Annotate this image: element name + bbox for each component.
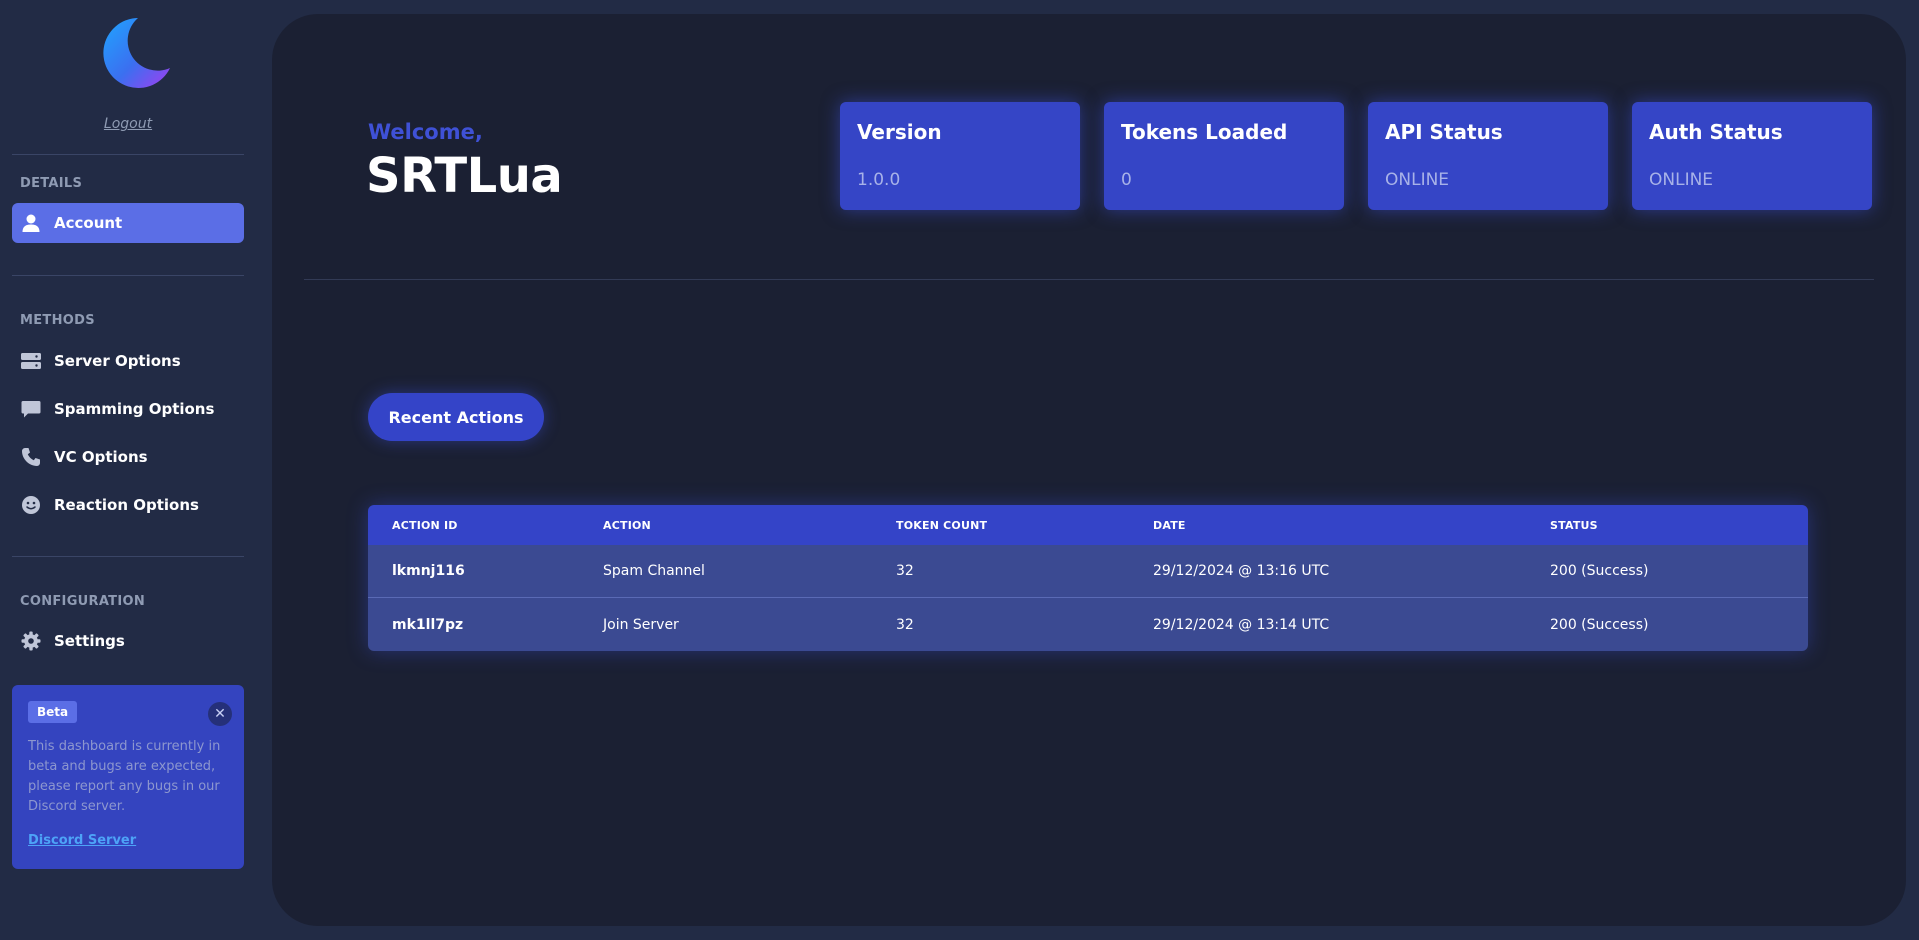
stat-card-tokens-loaded: Tokens Loaded 0 bbox=[1104, 102, 1344, 210]
section-label-methods: METHODS bbox=[20, 313, 95, 328]
cell-action-id: lkmnj116 bbox=[392, 563, 465, 579]
stat-card-api-status: API Status ONLINE bbox=[1368, 102, 1608, 210]
column-header-token-count: TOKEN COUNT bbox=[896, 518, 988, 532]
sidebar-item-label: Settings bbox=[54, 632, 125, 650]
stat-value: 0 bbox=[1121, 170, 1132, 190]
logout-link[interactable]: Logout bbox=[0, 116, 256, 132]
phone-icon bbox=[20, 446, 42, 468]
smiley-icon bbox=[20, 494, 42, 516]
sidebar-divider bbox=[12, 154, 244, 155]
column-header-date: DATE bbox=[1153, 518, 1186, 532]
cell-date: 29/12/2024 @ 13:16 UTC bbox=[1153, 563, 1330, 579]
stat-title: Tokens Loaded bbox=[1121, 120, 1288, 144]
sidebar-item-account[interactable]: Account bbox=[12, 203, 244, 243]
stat-title: Version bbox=[857, 120, 942, 144]
stat-value: 1.0.0 bbox=[857, 170, 901, 190]
cell-action: Join Server bbox=[603, 616, 679, 633]
cell-status: 200 (Success) bbox=[1550, 563, 1649, 579]
sidebar-divider bbox=[12, 556, 244, 557]
cell-status: 200 (Success) bbox=[1550, 616, 1649, 633]
server-icon bbox=[20, 350, 42, 372]
cell-token-count: 32 bbox=[896, 563, 914, 579]
cell-action: Spam Channel bbox=[603, 563, 705, 579]
sidebar-item-reaction-options[interactable]: Reaction Options bbox=[12, 485, 244, 525]
sidebar-item-label: Account bbox=[54, 214, 123, 232]
recent-actions-button[interactable]: Recent Actions bbox=[368, 393, 544, 441]
main-divider bbox=[304, 279, 1874, 280]
cell-token-count: 32 bbox=[896, 616, 914, 633]
cell-action-id: mk1ll7pz bbox=[392, 616, 464, 633]
beta-badge: Beta bbox=[28, 701, 78, 723]
stat-card-version: Version 1.0.0 bbox=[840, 102, 1080, 210]
table-header: ACTION ID ACTION TOKEN COUNT DATE STATUS bbox=[368, 505, 1808, 545]
user-icon bbox=[20, 212, 42, 234]
sidebar-item-label: Spamming Options bbox=[54, 400, 215, 418]
sidebar-item-label: VC Options bbox=[54, 448, 148, 466]
column-header-status: STATUS bbox=[1550, 518, 1598, 532]
sidebar-item-spamming-options[interactable]: Spamming Options bbox=[12, 389, 244, 429]
sidebar-item-label: Server Options bbox=[54, 352, 181, 370]
discord-server-link[interactable]: Discord Server bbox=[28, 833, 136, 848]
stat-value: ONLINE bbox=[1385, 170, 1450, 190]
section-label-configuration: CONFIGURATION bbox=[20, 594, 146, 609]
chat-bubble-icon bbox=[20, 398, 42, 420]
moon-logo-icon bbox=[103, 18, 170, 88]
sidebar-item-settings[interactable]: Settings bbox=[12, 621, 244, 661]
gear-icon bbox=[20, 630, 42, 652]
stat-value: ONLINE bbox=[1649, 170, 1714, 190]
recent-actions-table: ACTION ID ACTION TOKEN COUNT DATE STATUS… bbox=[368, 505, 1808, 651]
section-label-details: DETAILS bbox=[20, 176, 83, 191]
beta-notice-card: Beta ✕ This dashboard is currently in be… bbox=[12, 685, 244, 869]
stat-title: API Status bbox=[1385, 120, 1503, 144]
sidebar-item-vc-options[interactable]: VC Options bbox=[12, 437, 244, 477]
sidebar-item-label: Reaction Options bbox=[54, 496, 199, 514]
table-row: mk1ll7pz Join Server 32 29/12/2024 @ 13:… bbox=[368, 598, 1808, 651]
stat-title: Auth Status bbox=[1649, 120, 1783, 144]
column-header-action: ACTION bbox=[603, 518, 651, 532]
stat-card-auth-status: Auth Status ONLINE bbox=[1632, 102, 1872, 210]
beta-notice-text: This dashboard is currently in beta and … bbox=[28, 739, 221, 814]
sidebar: Logout DETAILS Account METHODS Server Op… bbox=[0, 0, 256, 940]
username-title: SRTLua bbox=[366, 148, 563, 204]
table-row: lkmnj116 Spam Channel 32 29/12/2024 @ 13… bbox=[368, 545, 1808, 598]
column-header-action-id: ACTION ID bbox=[392, 518, 458, 532]
main-panel: Welcome, SRTLua Version 1.0.0 Tokens Loa… bbox=[272, 14, 1906, 926]
cell-date: 29/12/2024 @ 13:14 UTC bbox=[1153, 616, 1330, 633]
close-icon[interactable]: ✕ bbox=[208, 702, 232, 726]
sidebar-divider bbox=[12, 275, 244, 276]
sidebar-item-server-options[interactable]: Server Options bbox=[12, 341, 244, 381]
welcome-label: Welcome, bbox=[368, 120, 483, 144]
